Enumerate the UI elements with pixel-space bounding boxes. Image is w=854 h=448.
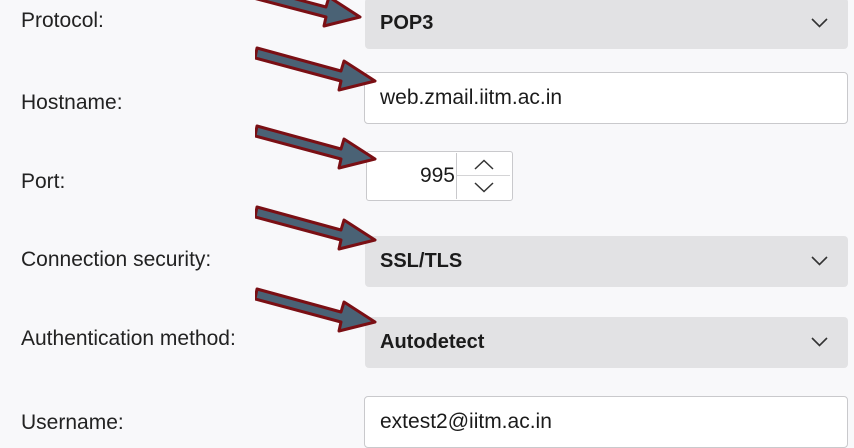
chevron-down-icon: [811, 17, 828, 28]
port-increment-button[interactable]: [457, 153, 510, 176]
authentication-method-select[interactable]: Autodetect: [365, 317, 848, 368]
arrow-annotation-icon: [255, 287, 377, 333]
authentication-method-label: Authentication method:: [21, 327, 236, 350]
chevron-up-icon: [473, 158, 494, 170]
chevron-down-icon: [473, 181, 494, 193]
username-value: extest2@iitm.ac.in: [380, 410, 552, 433]
username-label: Username:: [21, 411, 124, 434]
hostname-value: web.zmail.iitm.ac.in: [380, 86, 563, 109]
hostname-input[interactable]: web.zmail.iitm.ac.in: [364, 72, 848, 124]
port-label: Port:: [21, 170, 66, 193]
chevron-down-icon: [811, 255, 828, 266]
hostname-label: Hostname:: [21, 91, 123, 114]
arrow-annotation-icon: [255, 46, 377, 92]
connection-security-value: SSL/TLS: [380, 250, 463, 272]
arrow-annotation-icon: [255, 0, 362, 28]
arrow-annotation-icon: [255, 205, 377, 251]
arrow-annotation-icon: [255, 124, 377, 170]
chevron-down-icon: [811, 336, 828, 347]
protocol-label: Protocol:: [21, 9, 104, 32]
protocol-select[interactable]: POP3: [365, 0, 848, 49]
protocol-value: POP3: [380, 12, 434, 34]
port-stepper[interactable]: 995: [366, 151, 513, 201]
connection-security-label: Connection security:: [21, 248, 212, 271]
username-input[interactable]: extest2@iitm.ac.in: [364, 396, 848, 448]
port-decrement-button[interactable]: [457, 176, 510, 198]
authentication-method-value: Autodetect: [380, 331, 485, 353]
port-spinner: [456, 153, 510, 199]
connection-security-select[interactable]: SSL/TLS: [365, 236, 848, 287]
